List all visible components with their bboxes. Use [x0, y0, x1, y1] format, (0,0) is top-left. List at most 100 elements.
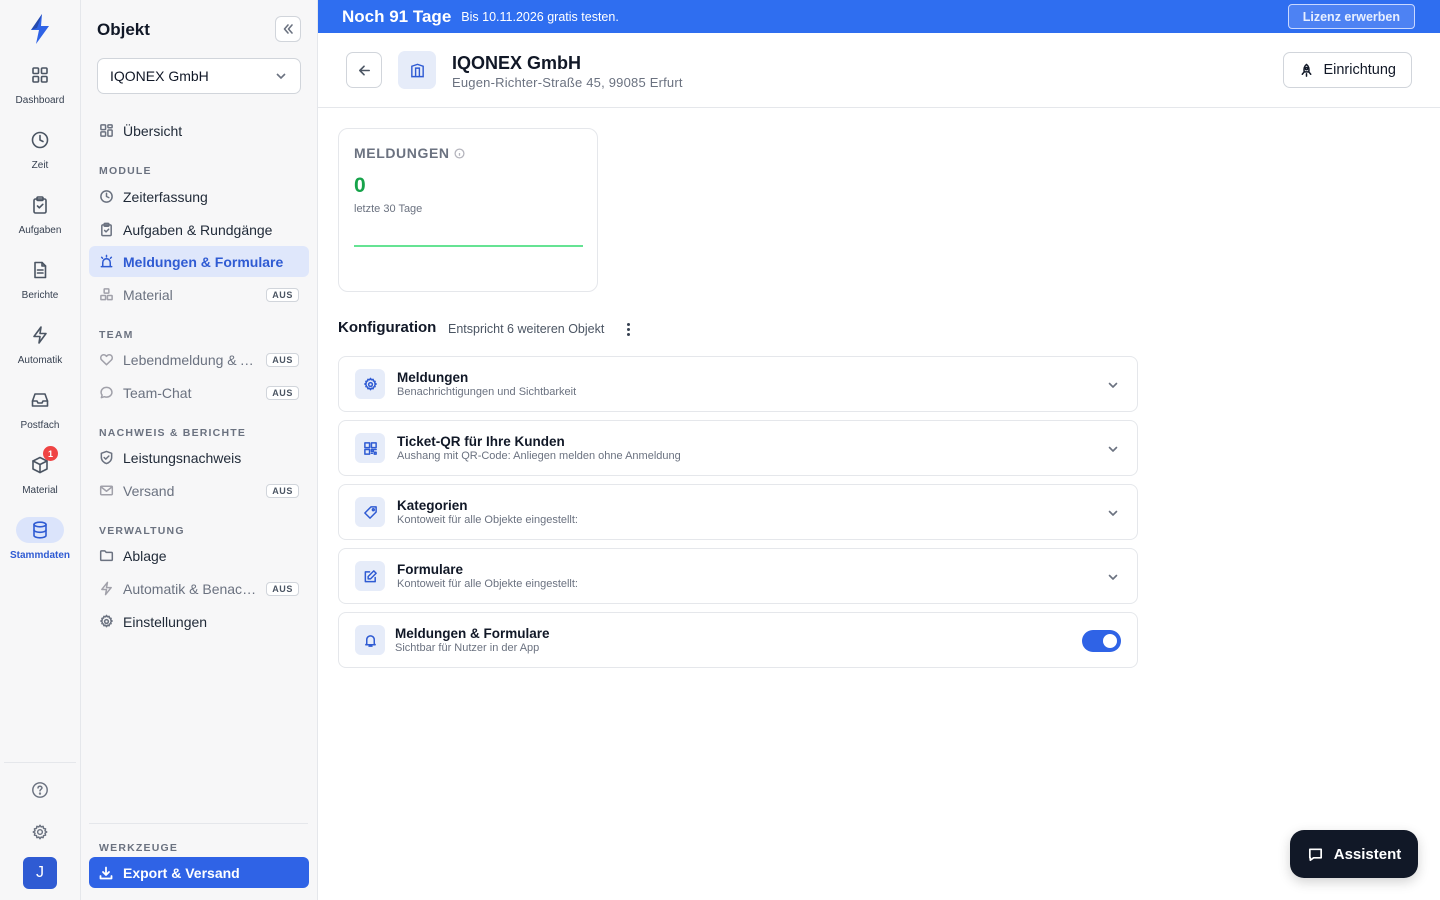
sidebar-title: Objekt: [97, 20, 150, 39]
clipboard-icon: [16, 192, 64, 218]
sidebar-item-label: Zeiterfassung: [123, 188, 208, 205]
sidebar-item-label: Ablage: [123, 547, 167, 564]
rail-item-aufgaben[interactable]: Aufgaben: [0, 192, 80, 236]
building-icon: [398, 51, 436, 89]
shield-check-icon: [100, 450, 113, 465]
export-button[interactable]: Export & Versand: [89, 857, 309, 888]
sidebar-item-zeiterfassung[interactable]: Zeiterfassung: [89, 181, 309, 212]
accordion-formulare[interactable]: Formulare Kontoweit für alle Objekte ein…: [338, 548, 1138, 604]
inbox-icon: [16, 387, 64, 413]
rail-item-stammdaten[interactable]: Stammdaten: [0, 517, 80, 561]
sidebar-item-ablage[interactable]: Ablage: [89, 540, 309, 571]
app-logo-icon[interactable]: [26, 12, 54, 46]
section-team: TEAM: [99, 329, 134, 341]
sidebar-item-material[interactable]: Material AUS: [89, 279, 309, 310]
trial-text: Bis 10.11.2026 gratis testen.: [461, 9, 619, 24]
accordion-title: Kategorien: [397, 498, 468, 513]
setup-button[interactable]: Einrichtung: [1283, 52, 1412, 88]
section-werkzeuge: WERKZEUGE: [99, 842, 179, 854]
more-options-icon[interactable]: [620, 320, 636, 338]
object-sidebar: Objekt IQONEX GmbH Übersicht MODULE Zeit…: [81, 0, 318, 900]
rail-item-material[interactable]: 1 Material: [0, 446, 80, 496]
off-badge: AUS: [266, 287, 299, 302]
config-subtitle: Entspricht 6 weiteren Objekt: [448, 322, 605, 336]
accordion-subtitle: Kontoweit für alle Objekte eingestellt:: [397, 578, 578, 590]
arrow-left-icon: [358, 64, 370, 76]
sidebar-item-meldungen[interactable]: Meldungen & Formulare: [89, 246, 309, 277]
sidebar-item-versand[interactable]: Versand AUS: [89, 475, 309, 506]
accordion-title: Ticket-QR für Ihre Kunden: [397, 434, 565, 449]
avatar[interactable]: J: [23, 857, 57, 889]
rail-item-dashboard[interactable]: Dashboard: [0, 62, 80, 106]
off-badge: AUS: [266, 352, 299, 367]
rail-label: Aufgaben: [18, 225, 62, 236]
chevron-down-icon: [1107, 378, 1119, 390]
clock-icon: [100, 190, 113, 203]
sidebar-item-label: Meldungen & Formulare: [123, 253, 284, 270]
off-badge: AUS: [266, 581, 299, 596]
chevron-down-icon: [1107, 506, 1119, 518]
sidebar-item-automatik[interactable]: Automatik & Benachrichtigungen AUS: [89, 573, 309, 604]
visibility-toggle[interactable]: [1082, 630, 1121, 652]
app-rail: Dashboard Zeit Aufgaben Berichte Automat…: [0, 0, 81, 900]
stat-title: MELDUNGEN: [354, 145, 465, 161]
page-title: IQONEX GmbH: [452, 53, 582, 73]
accordion-meldungen[interactable]: Meldungen Benachrichtigungen und Sichtba…: [338, 356, 1138, 412]
export-button-label: Export & Versand: [123, 864, 240, 881]
meldungen-stat-card[interactable]: MELDUNGEN 0 letzte 30 Tage: [338, 128, 598, 292]
clipboard-icon: [101, 222, 112, 237]
object-select-value: IQONEX GmbH: [110, 68, 209, 84]
info-icon[interactable]: [454, 147, 465, 159]
accordion-kategorien[interactable]: Kategorien Kontoweit für alle Objekte ei…: [338, 484, 1138, 540]
license-button[interactable]: Lizenz erwerben: [1287, 4, 1415, 29]
rail-item-automatik[interactable]: Automatik: [0, 322, 80, 366]
trial-banner: Noch 91 Tage Bis 10.11.2026 gratis teste…: [318, 0, 1440, 33]
grid-icon: [16, 62, 64, 88]
sidebar-item-uebersicht[interactable]: Übersicht: [89, 115, 309, 146]
assistant-button[interactable]: Assistent: [1290, 830, 1418, 878]
sidebar-item-lebendmeldung[interactable]: Lebendmeldung & Alleinarbeit AUS: [89, 344, 309, 375]
chevrons-left-icon: [283, 24, 293, 34]
chat-bubble-icon: [100, 386, 113, 399]
sidebar-item-leistungsnachweis[interactable]: Leistungsnachweis: [89, 442, 309, 473]
sidebar-item-label: Team-Chat: [123, 384, 192, 401]
trial-days: Noch 91 Tage: [342, 6, 452, 26]
chevron-down-icon: [1107, 442, 1119, 454]
heart-icon: [99, 353, 114, 366]
rail-label: Dashboard: [15, 95, 65, 106]
toggle-subtitle: Sichtbar für Nutzer in der App: [395, 642, 540, 654]
accordion-subtitle: Benachrichtigungen und Sichtbarkeit: [397, 386, 577, 398]
collapse-sidebar-button[interactable]: [275, 16, 301, 42]
config-title: Konfiguration: [338, 319, 437, 336]
sidebar-item-aufgaben[interactable]: Aufgaben & Rundgänge: [89, 214, 309, 245]
setup-button-label: Einrichtung: [1323, 62, 1396, 78]
rail-label: Automatik: [17, 355, 63, 366]
rail-item-postfach[interactable]: Postfach: [0, 387, 80, 431]
accordion-title: Meldungen: [397, 370, 469, 385]
back-button[interactable]: [346, 52, 382, 88]
boxes-icon: [100, 288, 113, 301]
section-module: MODULE: [99, 165, 152, 177]
sidebar-item-label: Automatik & Benachrichtigungen: [123, 580, 257, 597]
qr-code-icon: [355, 433, 385, 463]
mail-icon: [99, 485, 114, 496]
clock-icon: [16, 127, 64, 153]
toggle-title: Meldungen & Formulare: [395, 626, 550, 641]
rail-item-berichte[interactable]: Berichte: [0, 257, 80, 301]
sidebar-item-label: Übersicht: [123, 122, 183, 139]
accordion-ticket-qr[interactable]: Ticket-QR für Ihre Kunden Aushang mit QR…: [338, 420, 1138, 476]
rail-label: Postfach: [20, 420, 60, 431]
notification-badge: 1: [43, 446, 58, 461]
chevron-down-icon: [1107, 570, 1119, 582]
sidebar-item-einstellungen[interactable]: Einstellungen: [89, 606, 309, 637]
rail-divider: [4, 762, 76, 763]
sidebar-item-label: Lebendmeldung & Alleinarbeit: [123, 351, 257, 368]
gear-icon[interactable]: [28, 820, 52, 844]
rail-item-zeit[interactable]: Zeit: [0, 127, 80, 171]
bolt-icon: [16, 322, 64, 348]
sidebar-item-teamchat[interactable]: Team-Chat AUS: [89, 377, 309, 408]
help-icon[interactable]: [28, 778, 52, 802]
section-verwaltung: VERWALTUNG: [99, 525, 185, 537]
object-select[interactable]: IQONEX GmbH: [97, 58, 301, 94]
box-icon: 1: [16, 446, 64, 478]
